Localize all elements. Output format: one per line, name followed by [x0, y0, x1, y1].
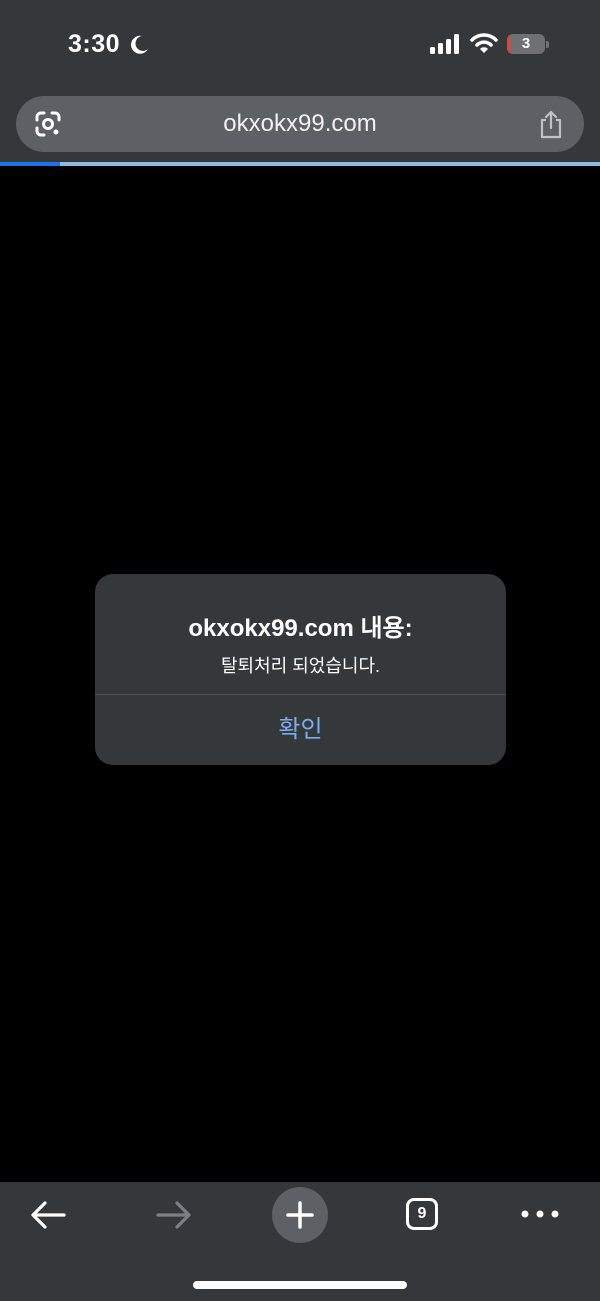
- address-bar[interactable]: okxokx99.com: [16, 96, 584, 152]
- cellular-signal-icon: [430, 34, 459, 54]
- new-tab-button[interactable]: [272, 1187, 328, 1243]
- url-text[interactable]: okxokx99.com: [16, 96, 584, 152]
- status-time: 3:30: [68, 30, 121, 58]
- battery-icon: 3: [507, 34, 549, 54]
- share-icon[interactable]: [538, 109, 564, 139]
- alert-dialog: okxokx99.com 내용: 탈퇴처리 되었습니다. 확인: [95, 574, 506, 765]
- forward-arrow-icon[interactable]: [154, 1198, 194, 1232]
- back-arrow-icon[interactable]: [28, 1198, 68, 1232]
- tab-switcher-icon[interactable]: 9: [406, 1198, 438, 1230]
- page-load-progress-fill: [0, 162, 60, 166]
- page-load-progress: [0, 162, 600, 166]
- more-dots-icon[interactable]: [518, 1202, 562, 1226]
- moon-icon: [131, 35, 148, 54]
- alert-title: okxokx99.com 내용:: [188, 615, 413, 642]
- home-indicator[interactable]: [193, 1281, 407, 1289]
- battery-percentage: 3: [521, 35, 531, 52]
- wifi-icon: [470, 33, 498, 53]
- tab-count: 9: [417, 1205, 427, 1222]
- alert-message: 탈퇴처리 되었습니다.: [220, 656, 381, 676]
- browser-top-chrome: 3:30 3 okxokx99.com: [0, 0, 600, 163]
- alert-confirm-button[interactable]: 확인: [95, 695, 506, 765]
- plus-icon: [286, 1201, 314, 1229]
